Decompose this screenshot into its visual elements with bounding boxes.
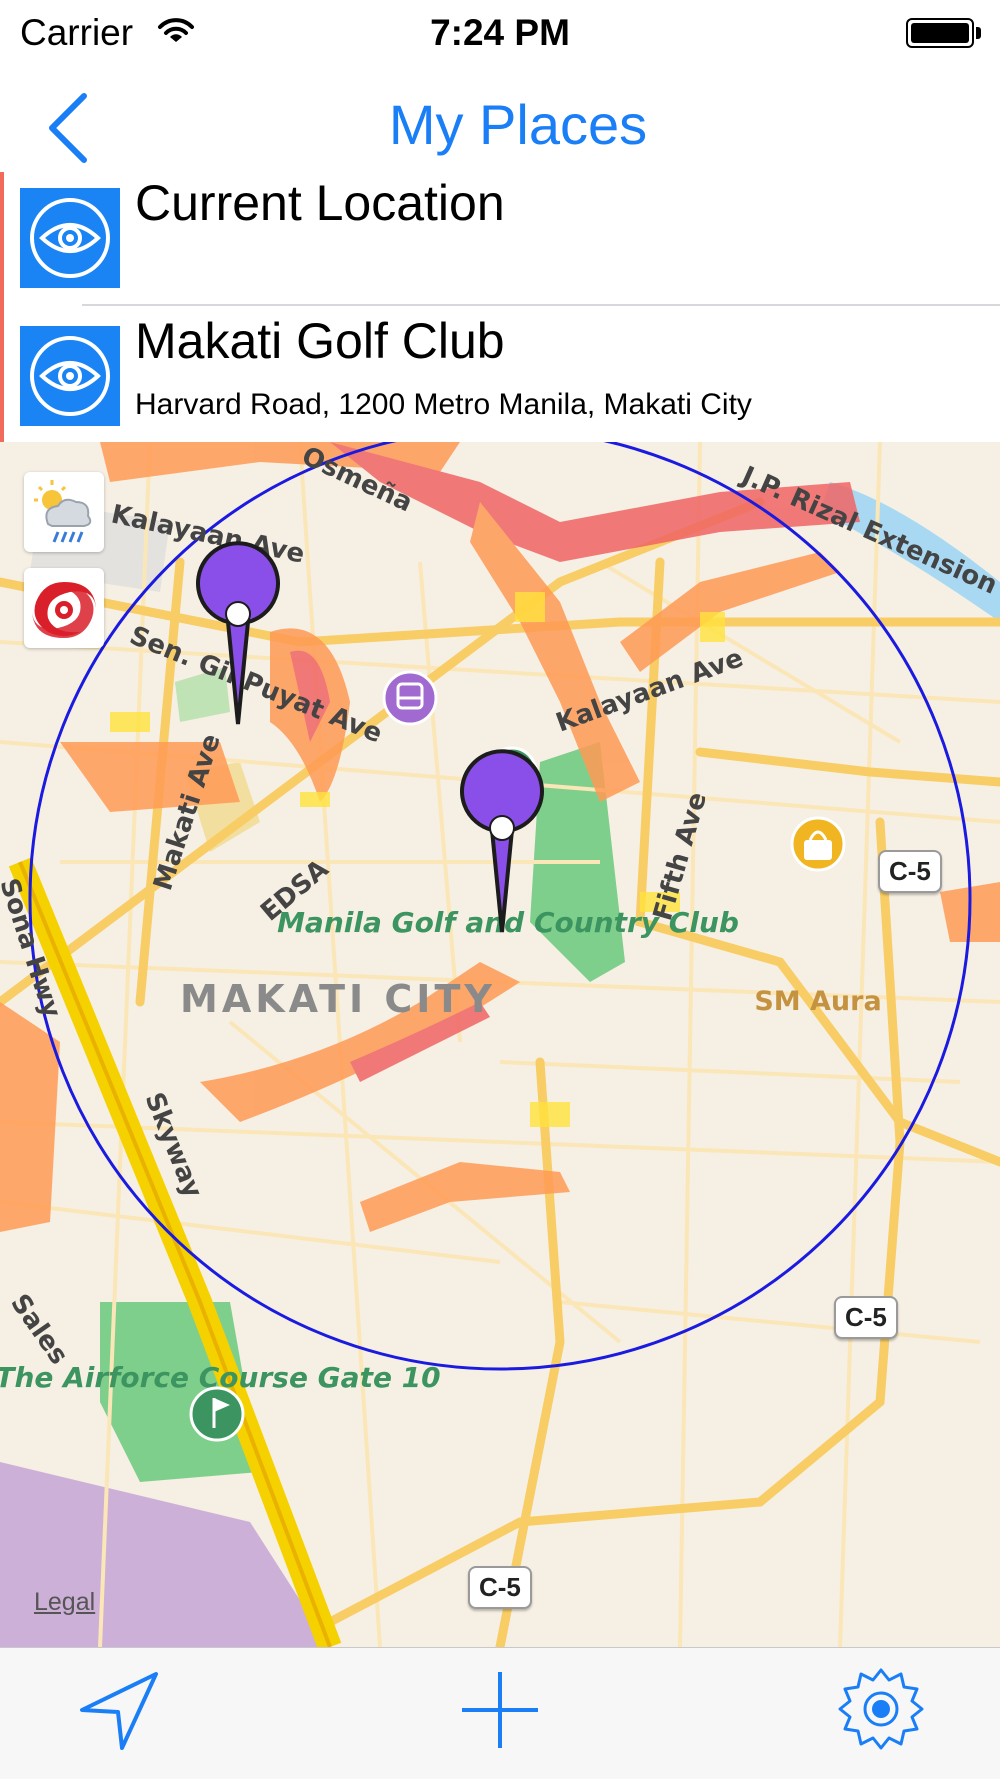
map-view[interactable]: Kalayaan Ave Kalayaan Ave J.P. Rizal Ext…: [0, 442, 1000, 1647]
battery-icon: [906, 18, 974, 48]
status-bar: Carrier 7:24 PM: [0, 0, 1000, 66]
clock: 7:24 PM: [430, 12, 570, 53]
bottom-toolbar: [0, 1647, 1000, 1779]
road-shield: C-5: [468, 1566, 532, 1609]
poi-label-golf: Manila Golf and Country Club: [277, 906, 739, 939]
list-item-makati-golf-club[interactable]: Makati Golf Club Harvard Road, 1200 Metr…: [0, 306, 1000, 444]
road-shield: C-5: [878, 850, 942, 893]
poi-label-mall: SM Aura: [754, 986, 881, 1017]
train-icon: [382, 670, 438, 726]
battery-tip: [976, 27, 981, 39]
list-item-current-location[interactable]: Current Location: [0, 168, 1000, 306]
legal-link[interactable]: Legal: [34, 1588, 95, 1617]
golf-icon: [189, 1386, 245, 1442]
eye-icon: [20, 326, 120, 426]
settings-gear-icon[interactable]: [838, 1666, 924, 1752]
shopping-bag-icon: [790, 816, 846, 872]
typhoon-icon[interactable]: [24, 568, 104, 648]
area-label: MAKATI CITY: [180, 977, 496, 1021]
map-canvas: Kalayaan Ave Kalayaan Ave J.P. Rizal Ext…: [0, 442, 1000, 1647]
road-shield: C-5: [834, 1296, 898, 1339]
add-icon[interactable]: [458, 1668, 542, 1752]
eye-icon: [20, 188, 120, 288]
location-arrow-icon[interactable]: [76, 1668, 162, 1754]
weather-icon[interactable]: [24, 472, 104, 552]
place-title: Current Location: [135, 175, 505, 231]
place-title: Makati Golf Club: [135, 313, 505, 369]
place-address: Harvard Road, 1200 Metro Manila, Makati …: [135, 388, 752, 421]
page-title: My Places: [388, 93, 648, 156]
